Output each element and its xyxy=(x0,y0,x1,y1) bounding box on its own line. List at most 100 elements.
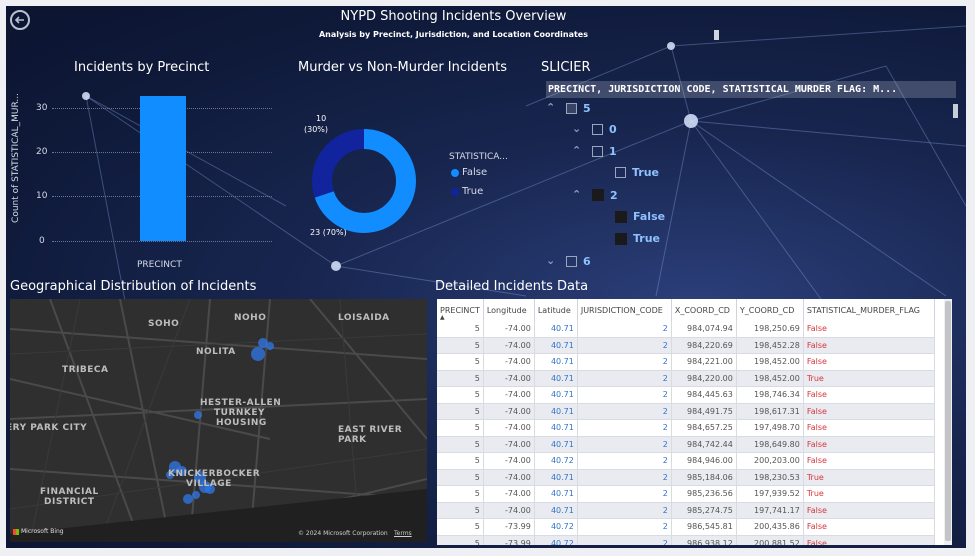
map-terms-link[interactable]: Terms xyxy=(394,530,412,537)
slicer-item-label: 2 xyxy=(610,188,618,202)
checkbox[interactable] xyxy=(615,167,626,178)
table-cell: 2 xyxy=(577,436,672,453)
table-row[interactable]: 5 -74.00 40.71 2 984,657.25 197,498.70 False xyxy=(437,419,935,437)
checkbox[interactable] xyxy=(615,232,627,245)
table-cell: 5 xyxy=(437,419,484,437)
table-row[interactable]: 5 -74.00 40.71 2 984,220.00 198,452.00 True xyxy=(437,370,935,387)
table-cell: -73.99 xyxy=(483,518,535,536)
table-cell: 197,498.70 xyxy=(736,419,804,437)
table-row[interactable]: 5 -73.99 40.72 2 986,938.12 200,881.52 False xyxy=(437,535,935,545)
table-row[interactable]: 5 -74.00 40.71 2 984,074.94 198,250.69 False xyxy=(437,321,935,338)
table-cell: 5 xyxy=(437,518,484,536)
bar-chart-xlabel: PRECINCT xyxy=(137,260,182,270)
legend-item-true[interactable]: True xyxy=(451,186,483,197)
microsoft-logo-icon xyxy=(13,528,19,535)
table-cell: 5 xyxy=(437,370,484,387)
checkbox[interactable] xyxy=(615,210,627,223)
table-cell: -74.00 xyxy=(483,452,535,470)
table-cell: 2 xyxy=(577,353,672,371)
table-row[interactable]: 5 -74.00 40.71 2 984,491.75 198,617.31 False xyxy=(437,403,935,420)
table-cell: 198,649.80 xyxy=(736,436,804,453)
donut-label-false: 23 (70%) xyxy=(310,228,347,237)
slicer-item-5[interactable]: ⌃ 5 xyxy=(546,101,591,115)
slicer-item-label: False xyxy=(633,210,666,223)
table-cell: 984,742.44 xyxy=(671,436,737,453)
table-row[interactable]: 5 -74.00 40.71 2 985,184.06 198,230.53 True xyxy=(437,469,935,486)
table-cell: 985,236.56 xyxy=(671,485,737,503)
table-cell: 40.71 xyxy=(534,436,578,453)
column-header-longitude[interactable]: Longitude xyxy=(483,299,535,321)
table-cell: False xyxy=(803,518,935,536)
slicer-item-6[interactable]: ⌄ 6 xyxy=(546,254,591,268)
table-row[interactable]: 5 -74.00 40.71 2 984,742.44 198,649.80 False xyxy=(437,436,935,453)
table-row[interactable]: 5 -74.00 40.72 2 984,946.00 200,203.00 False xyxy=(437,452,935,470)
table-cell: False xyxy=(803,502,935,519)
table-row[interactable]: 5 -74.00 40.71 2 984,220.69 198,452.28 False xyxy=(437,337,935,354)
chevron-up-icon[interactable]: ⌃ xyxy=(572,144,586,158)
slicer-item-0[interactable]: ⌄ 0 xyxy=(572,122,617,136)
slicer-item-2-true[interactable]: True xyxy=(615,232,660,245)
table-cell: 198,452.00 xyxy=(736,370,804,387)
column-header-label: PRECINCT xyxy=(440,305,480,315)
table-row[interactable]: 5 -73.99 40.72 2 986,545.81 200,435.86 False xyxy=(437,518,935,536)
map-label-loisaida: LOISAIDA xyxy=(338,313,390,323)
slicer-item-label: 0 xyxy=(609,122,617,136)
slicer-scrollbar[interactable] xyxy=(953,104,958,118)
table-cell: -73.99 xyxy=(483,535,535,545)
table-cell: 2 xyxy=(577,502,672,519)
column-header-latitude[interactable]: Latitude xyxy=(534,299,578,321)
table-row[interactable]: 5 -74.00 40.71 2 985,274.75 197,741.17 False xyxy=(437,502,935,519)
chevron-up-icon[interactable]: ⌃ xyxy=(546,101,560,115)
table-scrollbar[interactable] xyxy=(944,299,952,545)
slicer-item-2-false[interactable]: False xyxy=(615,210,665,223)
slicer-item-2[interactable]: ⌃ 2 xyxy=(572,188,618,202)
map-label-nolita: NOLITA xyxy=(196,347,236,357)
slicer-item-1-true[interactable]: True xyxy=(615,166,659,179)
column-header-y-coord[interactable]: Y_COORD_CD xyxy=(736,299,804,321)
table-cell: -74.00 xyxy=(483,436,535,453)
chevron-down-icon[interactable]: ⌄ xyxy=(572,122,586,136)
table-cell: 200,203.00 xyxy=(736,452,804,470)
table-cell: 5 xyxy=(437,353,484,371)
table-cell: False xyxy=(803,535,935,545)
table-row[interactable]: 5 -74.00 40.71 2 985,236.56 197,939.52 True xyxy=(437,485,935,503)
table-row[interactable]: 5 -74.00 40.71 2 984,221.00 198,452.00 False xyxy=(437,353,935,371)
checkbox[interactable] xyxy=(592,123,603,135)
table-row[interactable]: 5 -74.00 40.71 2 984,445.63 198,746.34 False xyxy=(437,386,935,404)
y-tick-10: 10 xyxy=(36,191,48,201)
table-cell: -74.00 xyxy=(483,321,535,338)
table-cell: 40.71 xyxy=(534,321,578,338)
table-cell: False xyxy=(803,353,935,371)
sort-desc-icon: ▲ xyxy=(440,314,445,321)
table-cell: -74.00 xyxy=(483,403,535,420)
column-header-murder-flag[interactable]: STATISTICAL_MURDER_FLAG xyxy=(803,299,935,321)
legend-item-false[interactable]: False xyxy=(451,167,487,178)
bar-precinct[interactable] xyxy=(140,95,186,241)
table-cell: 984,946.00 xyxy=(671,452,737,470)
table-cell: 197,741.17 xyxy=(736,502,804,519)
checkbox[interactable] xyxy=(592,145,603,157)
table-cell: 198,617.31 xyxy=(736,403,804,420)
chevron-down-icon[interactable]: ⌄ xyxy=(546,254,560,268)
slicer-item-label: 1 xyxy=(609,144,617,158)
checkbox[interactable] xyxy=(592,189,604,201)
column-header-x-coord[interactable]: X_COORD_CD xyxy=(671,299,737,321)
slicer-item-label: 6 xyxy=(583,254,591,268)
checkbox[interactable] xyxy=(566,255,577,267)
table-cell: 198,452.28 xyxy=(736,337,804,354)
table-cell: 985,184.06 xyxy=(671,469,737,486)
checkbox[interactable] xyxy=(566,102,577,114)
column-header-jurisdiction[interactable]: JURISDICTION_CODE xyxy=(577,299,672,321)
bing-label: Microsoft Bing xyxy=(21,528,64,535)
column-header-precinct[interactable]: PRECINCT ▲ xyxy=(437,299,484,321)
chevron-up-icon[interactable]: ⌃ xyxy=(572,188,586,202)
map[interactable]: SOHO NOHO LOISAIDA NOLITA TRIBECA HESTER… xyxy=(10,299,427,542)
table-cell: 2 xyxy=(577,419,672,437)
legend-dot-true xyxy=(451,187,459,196)
table-cell: 984,220.69 xyxy=(671,337,737,354)
slicer-item-label: True xyxy=(632,166,660,179)
table-cell: 40.71 xyxy=(534,403,578,420)
slicer-item-1[interactable]: ⌃ 1 xyxy=(572,144,617,158)
table-scrollbar-thumb[interactable] xyxy=(945,301,951,541)
table-cell: False xyxy=(803,337,935,354)
